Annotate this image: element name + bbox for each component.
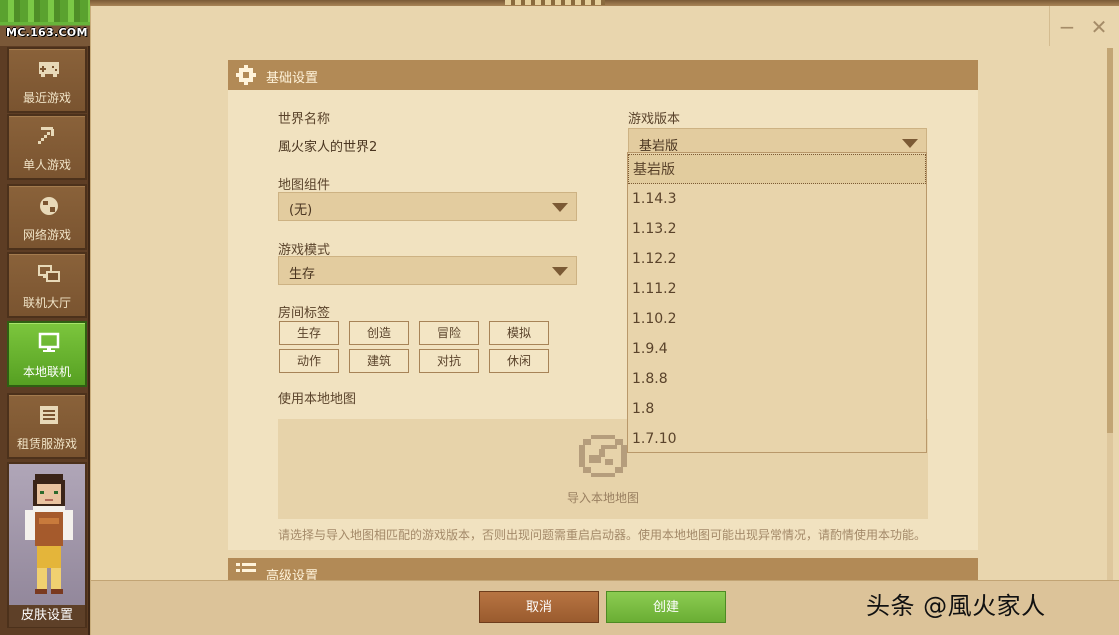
watermark-text: 头条 @風火家人: [866, 592, 1046, 620]
globe-icon: [40, 197, 58, 215]
room-tag-simulation[interactable]: 模拟: [489, 321, 549, 345]
list-icon: [236, 563, 256, 572]
sidebar-item-label: 单人游戏: [22, 158, 71, 172]
minimize-button[interactable]: −: [1052, 12, 1082, 42]
cancel-button[interactable]: 取消: [479, 591, 599, 623]
version-option[interactable]: 1.14.3: [628, 184, 926, 214]
game-version-dropdown-list: 基岩版 1.14.3 1.13.2 1.12.2 1.11.2 1.10.2 1…: [627, 152, 927, 453]
room-tag-pvp[interactable]: 对抗: [419, 349, 479, 373]
world-name-label: 世界名称: [278, 112, 331, 127]
chevron-down-icon: [552, 203, 568, 212]
logo: MC.163.COM: [0, 0, 90, 46]
room-tag-action[interactable]: 动作: [279, 349, 339, 373]
room-tag-creative[interactable]: 创造: [349, 321, 409, 345]
game-mode-value: 生存: [289, 267, 316, 282]
room-tags-label: 房间标签: [278, 306, 331, 321]
skin-settings-panel[interactable]: 皮肤设置: [7, 462, 87, 628]
room-tag-adventure[interactable]: 冒险: [419, 321, 479, 345]
world-name-value[interactable]: 風火家人的世界2: [278, 136, 377, 155]
version-option[interactable]: 1.11.2: [628, 274, 926, 304]
version-option-bedrock[interactable]: 基岩版: [628, 154, 926, 184]
basic-settings-header: 基础设置: [228, 60, 978, 90]
sidebar-item-rental-server[interactable]: 租赁服游戏: [7, 393, 87, 459]
room-tag-survival[interactable]: 生存: [279, 321, 339, 345]
player-skin-avatar: [25, 474, 73, 594]
import-map-icon: [579, 435, 627, 477]
create-button[interactable]: 创建: [606, 591, 726, 623]
version-option[interactable]: 1.12.2: [628, 244, 926, 274]
version-option[interactable]: 1.9.4: [628, 334, 926, 364]
version-hint-text: 请选择与导入地图相匹配的游戏版本，否则出现问题需重启启动器。使用本地地图可能出现…: [278, 528, 927, 542]
sidebar-item-network-games[interactable]: 网络游戏: [7, 184, 87, 250]
logo-text: MC.163.COM: [6, 26, 88, 39]
pickaxe-icon: [38, 127, 54, 144]
scrollbar-thumb[interactable]: [1107, 48, 1113, 433]
sidebar-item-local-multiplayer[interactable]: 本地联机: [7, 321, 87, 387]
sidebar-item-label: 本地联机: [22, 365, 71, 379]
section-title: 基础设置: [266, 71, 319, 86]
version-option[interactable]: 1.10.2: [628, 304, 926, 334]
version-option[interactable]: 1.13.2: [628, 214, 926, 244]
sidebar-item-label: 最近游戏: [22, 91, 71, 105]
map-component-value: (无): [289, 203, 313, 218]
section-title: 高级设置: [266, 569, 319, 580]
top-notch: [505, 0, 605, 5]
titlebar-separator: [1049, 6, 1050, 46]
sidebar-item-label: 联机大厅: [22, 296, 71, 310]
version-option[interactable]: 1.8.8: [628, 364, 926, 394]
server-list-icon: [40, 406, 58, 424]
chevron-down-icon: [902, 139, 918, 148]
version-option[interactable]: 1.7.10: [628, 424, 926, 454]
close-button[interactable]: ✕: [1084, 12, 1114, 42]
sidebar-item-recent-games[interactable]: 最近游戏: [7, 47, 87, 113]
map-component-select[interactable]: (无): [278, 192, 577, 221]
sidebar-item-lobby[interactable]: 联机大厅: [7, 252, 87, 318]
use-local-map-label: 使用本地地图: [278, 392, 357, 407]
monitor-icon: [38, 332, 60, 352]
gear-icon: [236, 65, 256, 85]
import-map-text: 导入本地地图: [566, 491, 639, 505]
room-tag-building[interactable]: 建筑: [349, 349, 409, 373]
skin-settings-label: 皮肤设置: [9, 605, 85, 627]
map-component-label: 地图组件: [278, 178, 331, 193]
chevron-down-icon: [552, 267, 568, 276]
sidebar: MC.163.COM 最近游戏 单人游戏 网络游戏 联机大厅 本地联机 租赁服游…: [0, 0, 90, 635]
version-option[interactable]: 1.8: [628, 394, 926, 424]
logo-grass: [0, 0, 90, 22]
game-mode-select[interactable]: 生存: [278, 256, 577, 285]
advanced-settings-header[interactable]: 高级设置: [228, 558, 978, 580]
monitors-icon: [38, 265, 60, 282]
game-version-label: 游戏版本: [628, 112, 681, 127]
sidebar-item-label: 网络游戏: [22, 228, 71, 242]
gamepad-icon: [39, 62, 59, 77]
sidebar-item-single-player[interactable]: 单人游戏: [7, 114, 87, 180]
sidebar-item-label: 租赁服游戏: [16, 437, 77, 451]
create-world-window: − ✕ 基础设置 世界名称 風火家人的世界2 游戏版本 基岩版 地图组件 (无): [90, 6, 1119, 635]
room-tag-casual[interactable]: 休闲: [489, 349, 549, 373]
